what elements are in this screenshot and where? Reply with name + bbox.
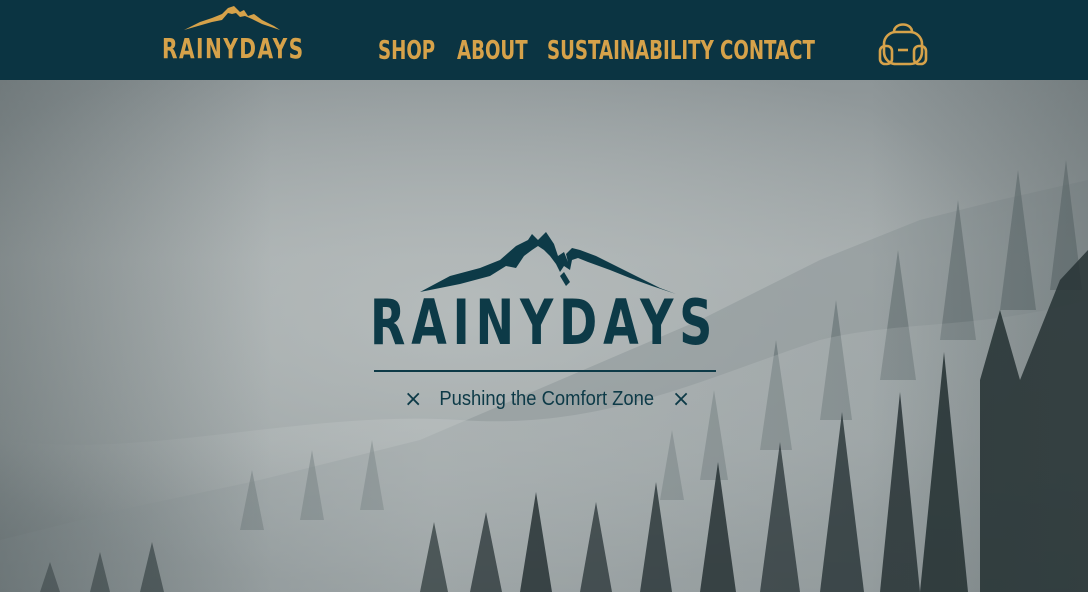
main-nav: SHOP ABOUT SUSTAINABILITY CONTACT (378, 36, 815, 66)
hero-brand-wordmark: RAINYDAYS (370, 286, 719, 359)
site-header: RAINYDAYS SHOP ABOUT SUSTAINABILITY CONT… (0, 0, 1088, 80)
nav-contact[interactable]: CONTACT (720, 36, 815, 66)
tagline-mark-right: × (671, 386, 691, 412)
nav-sustainability[interactable]: SUSTAINABILITY (547, 36, 714, 66)
tagline-text: Pushing the Comfort Zone (439, 388, 655, 410)
hero-tagline: × Pushing the Comfort Zone × (404, 388, 690, 411)
nav-shop[interactable]: SHOP (378, 36, 435, 66)
tagline-mark-left: × (404, 386, 423, 412)
cart-button[interactable] (876, 16, 930, 68)
hero-logo: RAINYDAYS × Pushing the Comfort Zone × (360, 220, 730, 420)
mountain-logo-icon (184, 6, 280, 30)
logo-wordmark: RAINYDAYS (162, 32, 305, 65)
hero-banner: RAINYDAYS × Pushing the Comfort Zone × (0, 80, 1088, 592)
page: RAINYDAYS SHOP ABOUT SUSTAINABILITY CONT… (0, 0, 1088, 592)
header-logo[interactable]: RAINYDAYS (162, 4, 305, 70)
hero-divider (374, 370, 716, 372)
nav-about[interactable]: ABOUT (457, 36, 528, 66)
backpack-icon (878, 23, 928, 66)
